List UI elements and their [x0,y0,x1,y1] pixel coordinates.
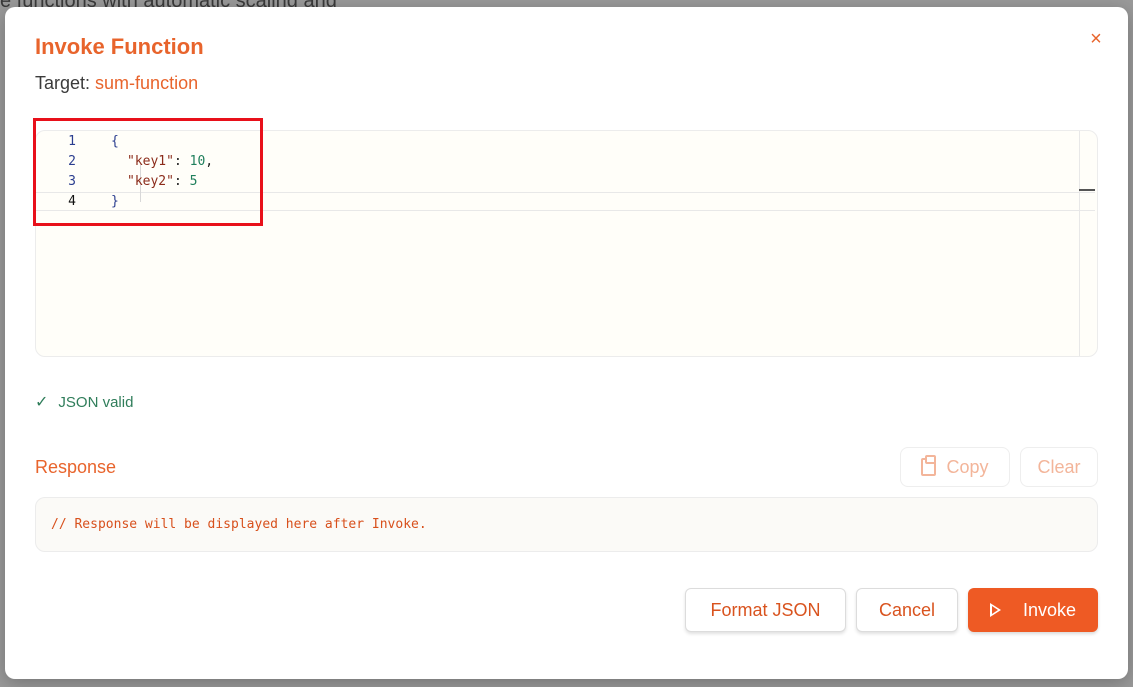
close-icon: × [1090,28,1102,50]
invoke-button[interactable]: Invoke [968,588,1098,632]
invoke-label: Invoke [1022,599,1077,620]
editor-scrollbar[interactable] [1079,131,1097,356]
response-placeholder: // Response will be displayed here after… [51,517,427,532]
clipboard-icon [921,455,937,476]
target-line: Target: sum-function [35,73,198,94]
invoke-function-dialog: Invoke Function × Target: sum-function 1… [5,7,1128,679]
response-title: Response [35,457,117,477]
json-valid-status: ✓ JSON valid [35,392,133,412]
copy-button[interactable]: Copy [900,447,1010,487]
annotation-highlight-box [33,118,263,226]
format-json-button[interactable]: Format JSON [685,588,846,632]
clear-label: Clear [1037,456,1081,477]
json-valid-text: JSON valid [58,393,134,411]
play-icon [989,603,1001,617]
copy-label: Copy [946,456,989,477]
check-icon: ✓ [35,394,49,411]
target-label: Target: [35,73,91,93]
scrollbar-marker [1079,189,1095,191]
clear-button[interactable]: Clear [1020,447,1098,487]
cancel-button[interactable]: Cancel [856,588,958,632]
response-output: // Response will be displayed here after… [35,497,1098,552]
dialog-title: Invoke Function [35,34,204,59]
close-button[interactable]: × [1086,29,1106,49]
target-function-name: sum-function [95,73,199,93]
